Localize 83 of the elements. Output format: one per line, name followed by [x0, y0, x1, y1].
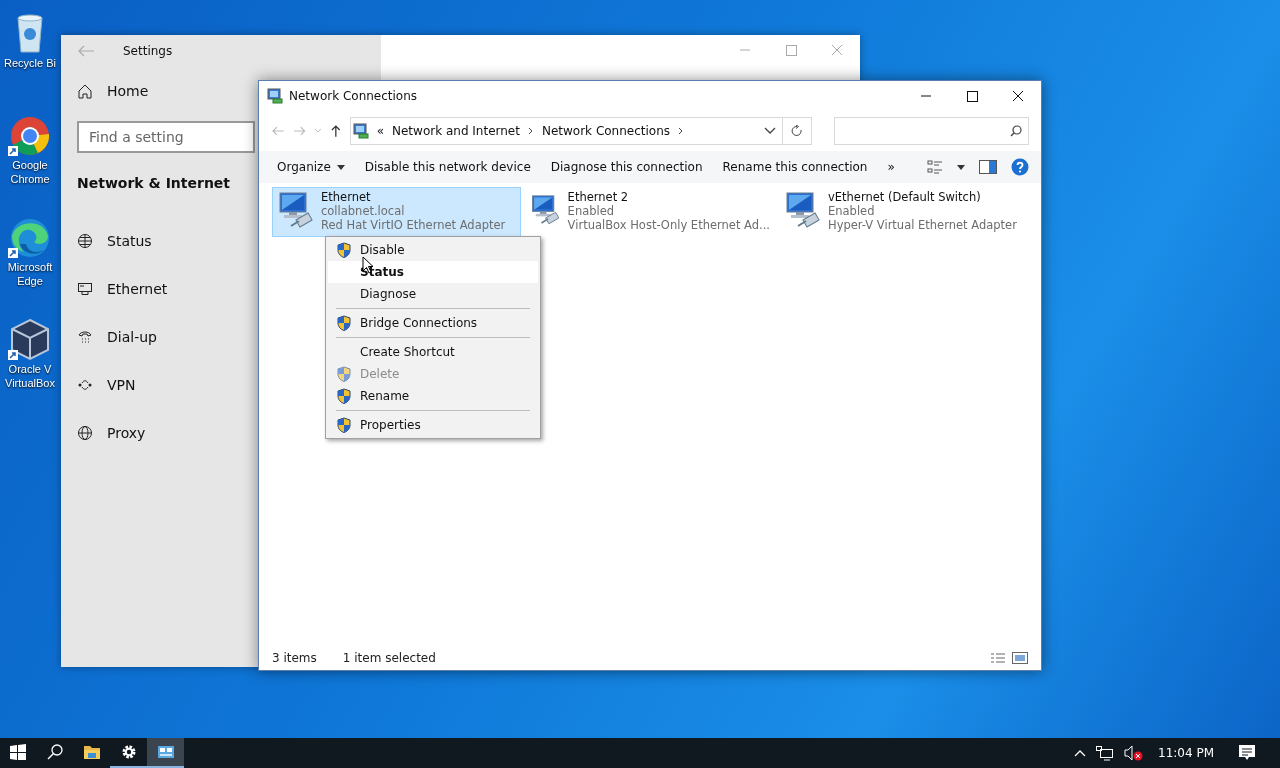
cube-icon[interactable]: [8, 316, 52, 362]
menu-item[interactable]: Rename: [328, 385, 538, 407]
connection-item[interactable]: vEthernet (Default Switch) Enabled Hyper-V Virtual Ethernet Adapter: [779, 187, 1028, 237]
menu-item[interactable]: Bridge Connections: [328, 312, 538, 334]
toolbar-button[interactable]: Rename this connection: [712, 152, 878, 182]
refresh-icon: [791, 125, 804, 137]
network-folder-icon: [352, 123, 369, 139]
adapter-name: Red Hat VirtIO Ethernet Adapter: [321, 218, 506, 232]
chevron-right-icon[interactable]: [527, 127, 534, 135]
shield-icon: [336, 366, 352, 382]
shield-icon: [336, 315, 352, 331]
desktop-icon-label[interactable]: Recycle Bi: [4, 56, 56, 70]
selection-count: 1 item selected: [342, 651, 436, 665]
nav-item[interactable]: VPN: [61, 361, 144, 409]
window-title: Settings: [123, 44, 173, 58]
desktop-icon-label[interactable]: Oracle V VirtualBox: [5, 362, 55, 390]
refresh-button[interactable]: [783, 117, 813, 145]
toolbar-button[interactable]: Disable this network device: [354, 152, 541, 182]
item-count: 3 items: [272, 651, 317, 665]
speaker-muted-icon[interactable]: [1124, 745, 1144, 761]
connection-name: vEthernet (Default Switch): [828, 190, 982, 204]
home-icon: [77, 83, 93, 99]
up-arrow-icon[interactable]: [330, 124, 342, 138]
connection-name: Ethernet: [321, 190, 372, 204]
network-adapter-icon: [277, 190, 313, 228]
menu-item[interactable]: Properties: [328, 414, 538, 436]
windows-logo-icon: [10, 744, 26, 760]
nav-item[interactable]: Ethernet: [61, 265, 176, 313]
connection-status: Enabled: [828, 204, 876, 218]
adapter-name: VirtualBox Host-Only Ethernet Ad...: [567, 218, 770, 232]
notifications-icon[interactable]: [1238, 744, 1256, 762]
connection-status: Enabled: [567, 204, 616, 218]
folder-icon: [83, 744, 100, 760]
shield-icon: [336, 388, 352, 404]
help-icon[interactable]: [1011, 158, 1029, 176]
home-link[interactable]: Home: [61, 67, 157, 115]
nav-item[interactable]: Status: [61, 217, 160, 265]
globe-icon: [77, 233, 93, 249]
breadcrumb-item[interactable]: Network Connections: [541, 124, 671, 138]
address-bar[interactable]: « Network and Internet Network Connections: [349, 117, 784, 145]
desktop-icon-label[interactable]: Google Chrome: [10, 158, 50, 186]
nav-item[interactable]: Proxy: [61, 409, 154, 457]
network-adapter-icon: [784, 190, 820, 228]
chevron-right-icon[interactable]: [678, 127, 685, 135]
nav-item[interactable]: Dial-up: [61, 313, 165, 361]
network-folder-icon: [267, 88, 283, 104]
network-window-icon: [157, 744, 174, 760]
window-title: Network Connections: [289, 89, 418, 103]
breadcrumb-overflow[interactable]: «: [376, 124, 384, 138]
menu-item[interactable]: Status: [328, 261, 538, 283]
caret-down-icon: [336, 164, 345, 170]
menu-item[interactable]: Diagnose: [328, 283, 538, 305]
shield-icon: [336, 417, 352, 433]
search-icon: [1010, 125, 1022, 137]
large-icons-view-icon[interactable]: [1012, 652, 1028, 664]
connection-name: Ethernet 2: [567, 190, 630, 204]
toolbar-button[interactable]: Organize: [267, 152, 355, 182]
clock-time[interactable]: 11:04 PM: [1158, 746, 1214, 760]
network-icon[interactable]: [1096, 745, 1114, 761]
taskbar-button[interactable]: [147, 738, 184, 768]
menu-item[interactable]: Disable: [328, 239, 538, 261]
more-button[interactable]: »: [877, 152, 905, 182]
shield-icon: [336, 242, 352, 258]
desktop-icon-label[interactable]: Microsoft Edge: [7, 260, 53, 288]
adapter-name: Hyper-V Virtual Ethernet Adapter: [828, 218, 1017, 232]
section-heading: Network & Internet: [77, 175, 232, 191]
connection-item[interactable]: Ethernet collabnet.local Red Hat VirtIO Ethernet Adapter: [272, 187, 521, 237]
toolbar-button[interactable]: Diagnose this connection: [540, 152, 713, 182]
search-field[interactable]: Find a setting: [77, 121, 255, 153]
breadcrumb-item[interactable]: Network and Internet: [392, 124, 520, 138]
globe-icon: [77, 425, 93, 441]
preview-pane-icon[interactable]: [979, 160, 997, 174]
gear-icon: [120, 744, 137, 760]
menu-item[interactable]: Create Shortcut: [328, 341, 538, 363]
phone-icon: [77, 329, 93, 345]
connection-status: collabnet.local: [321, 204, 406, 218]
caret-down-icon[interactable]: [957, 164, 965, 170]
chevron-up-icon[interactable]: [1074, 749, 1086, 757]
chevron-down-icon[interactable]: [764, 127, 777, 135]
connection-item[interactable]: Ethernet 2 Enabled VirtualBox Host-Only Ethernet Ad...: [525, 187, 775, 237]
monitor-icon: [77, 281, 93, 297]
search-icon: [46, 744, 63, 760]
view-options-icon[interactable]: [927, 160, 943, 174]
